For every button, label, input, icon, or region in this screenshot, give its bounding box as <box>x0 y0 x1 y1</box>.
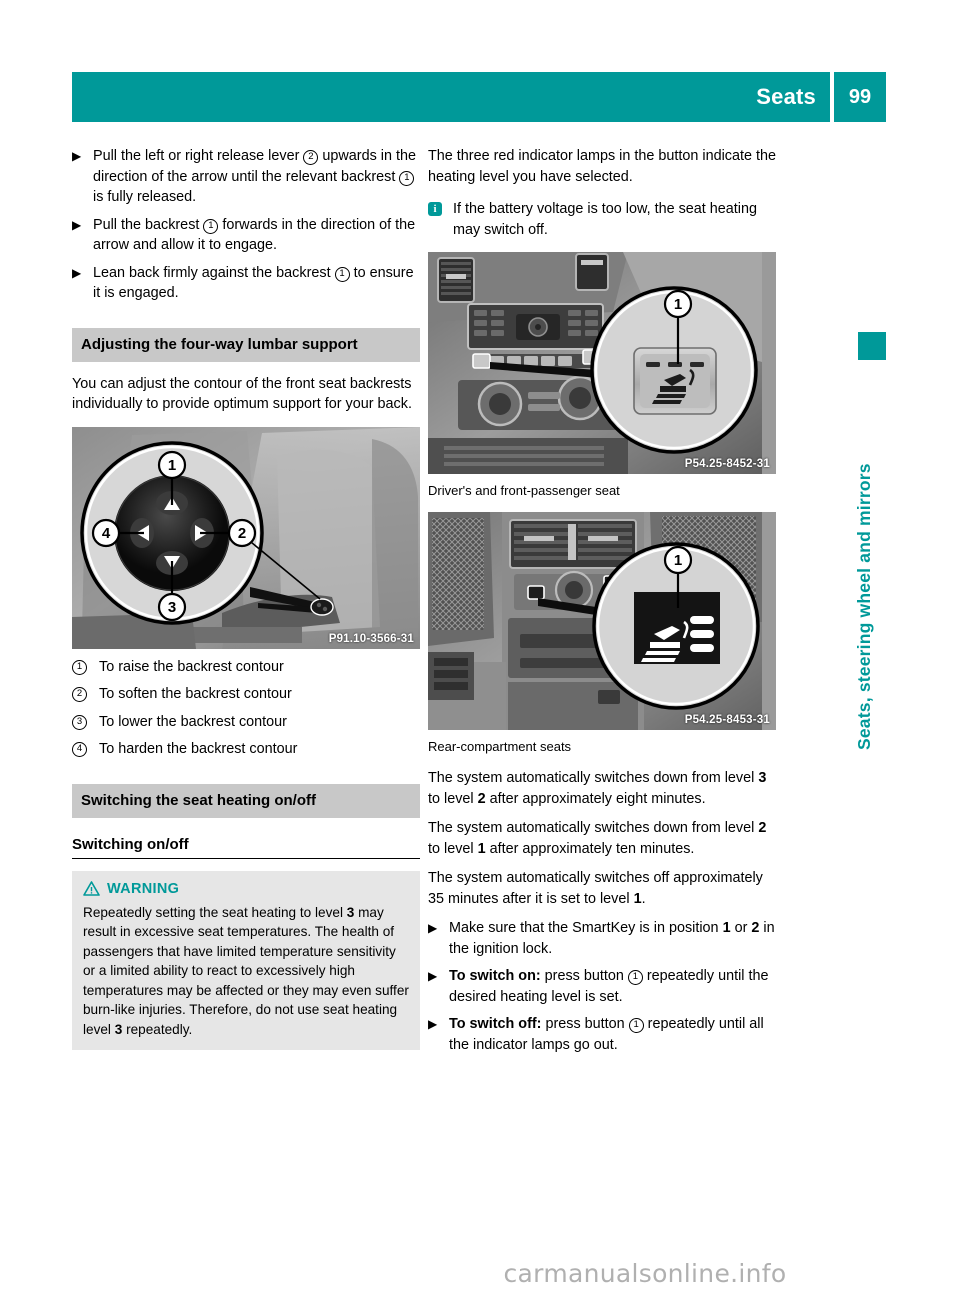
emphasis-text: 3 <box>758 770 767 786</box>
bullet-arrow-icon: ▶ <box>428 921 438 935</box>
step-item: ▶ Lean back firmly against the backrest … <box>72 263 420 304</box>
bullet-arrow-icon: ▶ <box>72 265 82 280</box>
warning-label: WARNING <box>107 880 180 897</box>
step-item: ▶ Pull the backrest 1 forwards in the di… <box>72 215 420 256</box>
callout-number: 2 <box>72 687 87 702</box>
legend-text: To lower the backrest contour <box>99 713 287 730</box>
warning-triangle-icon <box>83 881 100 896</box>
page-number: 99 <box>848 85 872 108</box>
emphasis-text: To switch off: <box>449 1016 542 1032</box>
info-note-text: If the battery voltage is too low, the s… <box>453 201 757 238</box>
step-item: ▶ To switch off: press button 1 repeated… <box>428 1014 776 1055</box>
svg-text:1: 1 <box>674 552 682 569</box>
bullet-arrow-icon: ▶ <box>72 217 82 232</box>
svg-text:4: 4 <box>102 525 111 542</box>
callout-number: 1 <box>203 218 219 234</box>
emphasis-text: 3 <box>114 1021 123 1037</box>
svg-text:1: 1 <box>168 457 176 474</box>
heating-intro-text: The three red indicator lamps in the but… <box>428 148 776 185</box>
legend-text: To harden the backrest contour <box>99 741 298 757</box>
callout-number: 4 <box>72 742 87 757</box>
legend-item: 2 To soften the backrest contour <box>72 684 420 705</box>
legend-item: 3 To lower the backrest contour <box>72 712 420 733</box>
header-title-band: Seats <box>72 72 830 122</box>
heating-steps-list: ▶ Make sure that the SmartKey is in posi… <box>428 918 776 1055</box>
figure-front-seat-heating-button: 1 P54.25-8452-31 <box>428 252 776 474</box>
emphasis-text: 2 <box>477 790 486 807</box>
auto-switch-off: The system automatically switches off ap… <box>428 870 763 907</box>
step-text: Lean back firmly against the backrest 1 … <box>93 264 414 302</box>
step-text: Make sure that the SmartKey is in positi… <box>449 920 775 957</box>
emphasis-text: 3 <box>346 904 355 920</box>
figure-lumbar-support: 1 2 3 4 P91.10-3566-31 <box>72 426 420 649</box>
figure-caption-rear: Rear-compartment seats <box>428 739 572 754</box>
page-title: Seats <box>756 84 816 109</box>
emphasis-text: 1 <box>633 890 642 907</box>
legend-item: 1 To raise the backrest contour <box>72 657 420 678</box>
callout-number: 1 <box>399 170 415 186</box>
left-column: ▶ Pull the left or right release lever 2… <box>72 146 420 1050</box>
figure-id-label: P54.25-8453-31 <box>684 714 770 726</box>
bullet-arrow-icon: ▶ <box>428 969 438 983</box>
step-text: Pull the backrest 1 forwards in the dire… <box>93 216 416 254</box>
svg-text:1: 1 <box>674 296 682 313</box>
lumbar-intro-text: You can adjust the contour of the front … <box>72 375 412 413</box>
backrest-steps-list: ▶ Pull the left or right release lever 2… <box>72 146 420 304</box>
watermark-text: carmanualsonline.info <box>503 1259 787 1288</box>
emphasis-text: 1 <box>722 920 731 936</box>
figure-id-label: P91.10-3566-31 <box>328 632 414 645</box>
info-note: i If the battery voltage is too low, the… <box>428 199 776 240</box>
emphasis-text: To switch on: <box>449 968 541 984</box>
header-page-band: 99 <box>834 72 886 122</box>
figure-id-label: P54.25-8452-31 <box>684 458 770 470</box>
callout-number: 1 <box>628 1018 644 1033</box>
legend-text: To soften the backrest contour <box>99 686 292 702</box>
side-tab-marker <box>858 332 886 360</box>
callout-number: 3 <box>72 714 87 730</box>
step-text: Pull the left or right release lever 2 u… <box>93 148 416 205</box>
info-icon: i <box>428 202 442 216</box>
lumbar-support-illustration: 1 2 3 4 <box>72 426 420 649</box>
svg-text:3: 3 <box>168 599 176 616</box>
watermark: carmanualsonline.info <box>0 1259 960 1288</box>
section-heading-seat-heating: Switching the seat heating on/off <box>72 783 420 818</box>
emphasis-text: 1 <box>477 840 486 857</box>
page-header: Seats 99 <box>72 72 886 122</box>
front-console-illustration: 1 <box>428 252 762 474</box>
rear-console-illustration: 1 <box>428 512 762 730</box>
step-item: ▶ Pull the left or right release lever 2… <box>72 146 420 208</box>
section-heading-lumbar: Adjusting the four-way lumbar support <box>72 327 420 362</box>
warning-box: WARNING Repeatedly setting the seat heat… <box>72 870 420 1050</box>
bullet-arrow-icon: ▶ <box>72 149 82 163</box>
lumbar-legend-list: 1 To raise the backrest contour 2 To sof… <box>72 657 420 760</box>
step-item: ▶ Make sure that the SmartKey is in posi… <box>428 918 776 959</box>
step-item: ▶ To switch on: press button 1 repeatedl… <box>428 966 776 1007</box>
callout-number: 2 <box>303 150 319 165</box>
legend-text: To raise the backrest contour <box>99 658 284 675</box>
figure-rear-seat-heating-button: 1 P54.25-8453-31 <box>428 512 776 730</box>
legend-item: 4 To harden the backrest contour <box>72 739 420 760</box>
figure-caption-front: Driver's and front-passenger seat <box>428 483 620 498</box>
right-column: The three red indicator lamps in the but… <box>428 146 776 1062</box>
callout-number: 1 <box>334 266 350 282</box>
step-text: To switch off: press button 1 repeatedly… <box>449 1016 764 1053</box>
callout-number: 1 <box>627 970 643 985</box>
warning-text: Repeatedly setting the seat heating to l… <box>83 904 409 1037</box>
callout-number: 1 <box>72 659 87 675</box>
emphasis-text: 2 <box>758 820 767 836</box>
side-tab-label: Seats, steering wheel and mirrors <box>854 463 874 750</box>
warning-header: WARNING <box>83 881 409 897</box>
auto-switch-down-2-to-1: The system automatically switches down f… <box>428 820 767 857</box>
subsection-heading-switching: Switching on/off <box>72 836 420 859</box>
emphasis-text: 2 <box>751 920 760 936</box>
svg-text:2: 2 <box>238 525 246 542</box>
auto-switch-down-3-to-2: The system automatically switches down f… <box>428 770 767 807</box>
step-text: To switch on: press button 1 repeatedly … <box>449 968 769 1005</box>
bullet-arrow-icon: ▶ <box>428 1017 438 1031</box>
